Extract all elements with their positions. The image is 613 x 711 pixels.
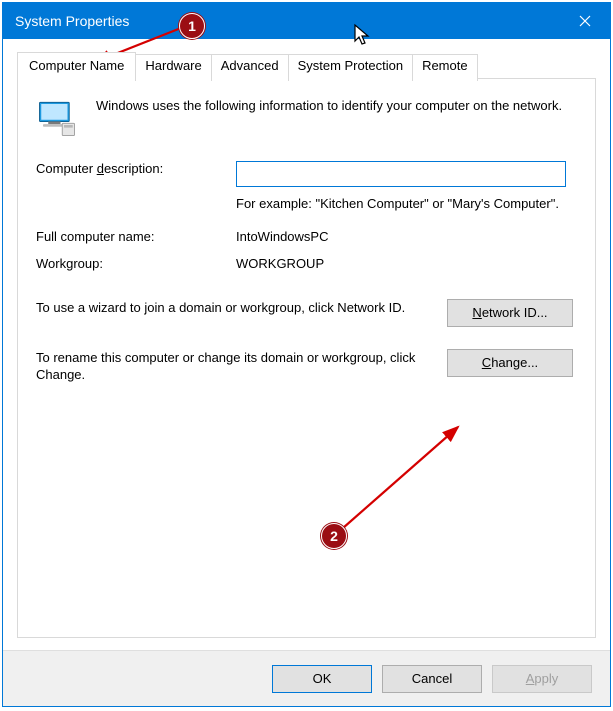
row-description: Computer description: bbox=[36, 161, 577, 187]
label-fullname: Full computer name: bbox=[36, 229, 226, 244]
dialog-footer: OK Cancel Apply bbox=[3, 650, 610, 706]
value-fullname: IntoWindowsPC bbox=[236, 229, 577, 244]
text-change: To rename this computer or change its do… bbox=[36, 349, 433, 384]
close-button[interactable] bbox=[560, 3, 610, 39]
row-fullname: Full computer name: IntoWindowsPC bbox=[36, 229, 577, 244]
close-icon bbox=[579, 15, 591, 27]
intro-text: Windows uses the following information t… bbox=[96, 97, 577, 115]
system-properties-window: System Properties Computer Name Hardware… bbox=[2, 2, 611, 707]
row-workgroup: Workgroup: WORKGROUP bbox=[36, 256, 577, 271]
intro-row: Windows uses the following information t… bbox=[36, 97, 577, 139]
tab-computer-name[interactable]: Computer Name bbox=[17, 52, 136, 79]
tab-remote[interactable]: Remote bbox=[412, 54, 478, 81]
value-workgroup: WORKGROUP bbox=[236, 256, 577, 271]
ok-button[interactable]: OK bbox=[272, 665, 372, 693]
cursor-icon bbox=[353, 23, 373, 50]
tab-strip: Computer Name Hardware Advanced System P… bbox=[17, 51, 596, 78]
window-title: System Properties bbox=[15, 13, 129, 29]
text-network-id: To use a wizard to join a domain or work… bbox=[36, 299, 433, 317]
tab-hardware[interactable]: Hardware bbox=[135, 54, 211, 81]
input-computer-description[interactable] bbox=[236, 161, 566, 187]
tab-panel-computer-name: Windows uses the following information t… bbox=[17, 78, 596, 638]
section-change: To rename this computer or change its do… bbox=[36, 349, 577, 384]
label-description: Computer description: bbox=[36, 161, 163, 176]
dialog-body: Computer Name Hardware Advanced System P… bbox=[3, 39, 610, 650]
label-workgroup: Workgroup: bbox=[36, 256, 226, 271]
apply-button[interactable]: Apply bbox=[492, 665, 592, 693]
change-button[interactable]: Change... bbox=[447, 349, 573, 377]
titlebar: System Properties bbox=[3, 3, 610, 39]
computer-icon bbox=[36, 97, 78, 139]
section-network-id: To use a wizard to join a domain or work… bbox=[36, 299, 577, 327]
hint-description: For example: "Kitchen Computer" or "Mary… bbox=[236, 195, 577, 213]
network-id-button[interactable]: Network ID... bbox=[447, 299, 573, 327]
tab-advanced[interactable]: Advanced bbox=[211, 54, 289, 81]
cancel-button[interactable]: Cancel bbox=[382, 665, 482, 693]
tab-system-protection[interactable]: System Protection bbox=[288, 54, 414, 81]
